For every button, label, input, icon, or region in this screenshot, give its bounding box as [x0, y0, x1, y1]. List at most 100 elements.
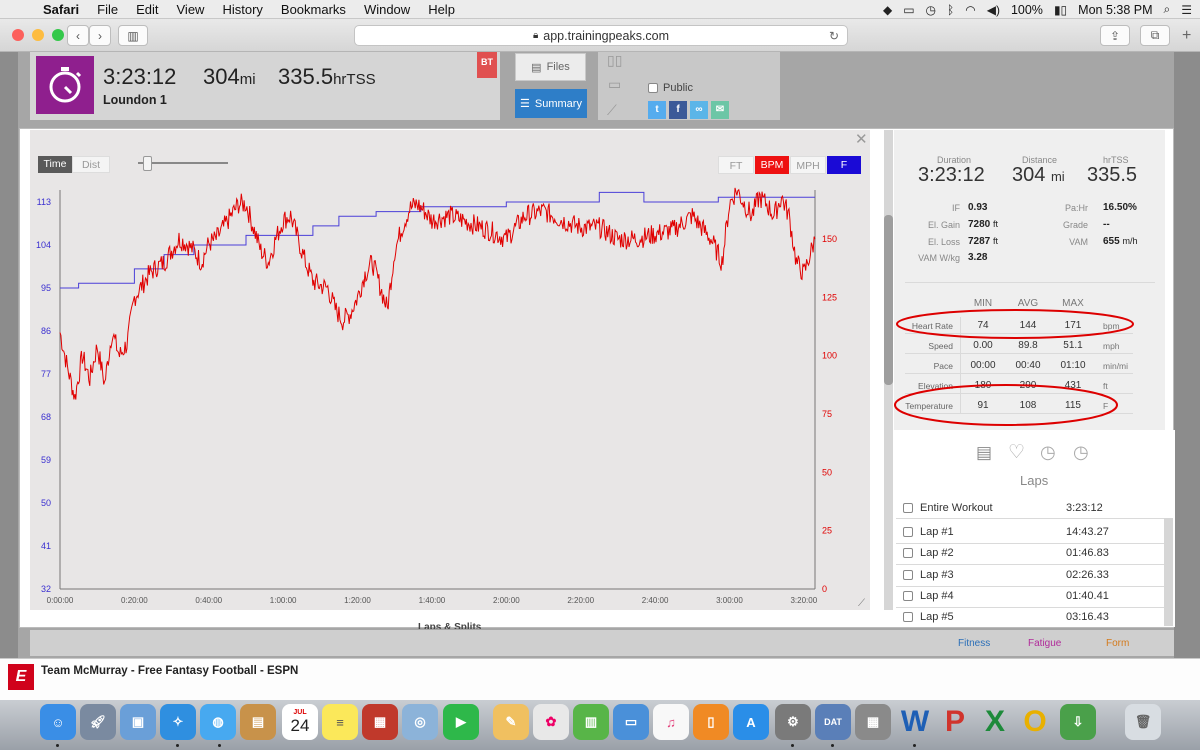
- heart-icon[interactable]: ♡: [1008, 441, 1025, 464]
- trash-icon[interactable]: 🗑︎: [1125, 704, 1161, 740]
- excel-icon[interactable]: X: [977, 704, 1013, 740]
- workout-title[interactable]: Loundon 1: [103, 93, 167, 107]
- menu-view[interactable]: View: [168, 2, 214, 17]
- public-toggle[interactable]: Public: [648, 82, 693, 94]
- notification-text[interactable]: Team McMurray - Free Fantasy Football - …: [41, 665, 298, 677]
- itunes-icon[interactable]: ♫: [653, 704, 689, 740]
- launchpad-icon[interactable]: 🚀︎: [80, 704, 116, 740]
- stat-row-label: Heart Rate: [911, 321, 953, 331]
- calendar-icon[interactable]: JUL 24: [282, 704, 318, 740]
- public-checkbox[interactable]: [648, 83, 658, 93]
- bluetooth-icon[interactable]: ᛒ: [947, 3, 954, 17]
- menu-window[interactable]: Window: [355, 2, 419, 17]
- facetime-icon[interactable]: ▶: [443, 704, 479, 740]
- battery-icon[interactable]: ▮▯: [1054, 3, 1067, 17]
- zoom-slider-thumb[interactable]: [143, 156, 152, 171]
- twitter-icon[interactable]: t: [648, 101, 666, 119]
- downloads-icon[interactable]: ⇩: [1060, 704, 1096, 740]
- address-bar[interactable]: 🔒︎ app.trainingpeaks.com ↻: [354, 25, 848, 46]
- dropbox-icon[interactable]: ◆: [883, 3, 892, 17]
- toggle-f[interactable]: F: [827, 156, 861, 174]
- app-store-icon[interactable]: A: [733, 704, 769, 740]
- comments-icon[interactable]: ▭: [608, 76, 621, 93]
- menu-file[interactable]: File: [88, 2, 127, 17]
- lap-row[interactable]: Lap #1: [903, 526, 954, 538]
- toggle-ft[interactable]: FT: [718, 156, 754, 174]
- reload-icon[interactable]: ↻: [829, 29, 839, 43]
- lap-checkbox[interactable]: [903, 570, 913, 580]
- tabs-overview-icon[interactable]: ⧉: [1140, 25, 1170, 46]
- finder-icon[interactable]: ☺: [40, 704, 76, 740]
- close-icon[interactable]: ✕: [855, 130, 868, 148]
- toggle-time[interactable]: Time: [38, 156, 72, 173]
- lap-checkbox[interactable]: [903, 591, 913, 601]
- volume-icon[interactable]: ◀): [987, 3, 1000, 17]
- time-machine-icon[interactable]: ◷: [926, 3, 936, 17]
- lap-row[interactable]: Lap #5: [903, 611, 954, 623]
- lap-checkbox[interactable]: [903, 612, 913, 622]
- calculator-icon[interactable]: ▦: [855, 704, 891, 740]
- menu-edit[interactable]: Edit: [127, 2, 167, 17]
- menu-help[interactable]: Help: [419, 2, 464, 17]
- lock-icon: 🔒︎: [532, 30, 539, 41]
- photos-icon[interactable]: ✿: [533, 704, 569, 740]
- graph-icon[interactable]: ⟋: [607, 102, 617, 119]
- clock-icon[interactable]: ◷: [1040, 442, 1056, 463]
- forward-button[interactable]: ›: [89, 25, 111, 46]
- zoom-window-button[interactable]: [52, 29, 64, 41]
- contacts-icon[interactable]: ▤: [240, 704, 276, 740]
- sidebar-toggle-icon[interactable]: ▥: [118, 25, 148, 46]
- safari-icon[interactable]: ✧: [160, 704, 196, 740]
- lap-checkbox[interactable]: [903, 527, 913, 537]
- lap-row[interactable]: Lap #3: [903, 569, 954, 581]
- email-icon[interactable]: ✉: [711, 101, 729, 119]
- menu-history[interactable]: History: [213, 2, 271, 17]
- timer-icon[interactable]: ◷: [1073, 442, 1089, 463]
- chart-scrollbar-thumb[interactable]: [884, 215, 893, 385]
- menu-bookmarks[interactable]: Bookmarks: [272, 2, 355, 17]
- photo-booth-icon[interactable]: ▦: [362, 704, 398, 740]
- lap-row[interactable]: Lap #4: [903, 590, 954, 602]
- stat-avg: 00:40: [1015, 360, 1041, 371]
- chart-scrollbar[interactable]: [884, 130, 893, 610]
- toggle-mph[interactable]: MPH: [790, 156, 826, 174]
- wifi-icon[interactable]: ◠: [965, 3, 975, 17]
- analysis-icon[interactable]: ▯▯: [607, 52, 622, 69]
- minimize-window-button[interactable]: [32, 29, 44, 41]
- summary-button[interactable]: ☰ Summary: [515, 89, 587, 118]
- outlook-icon[interactable]: O: [1017, 704, 1053, 740]
- lap-checkbox[interactable]: [903, 503, 913, 513]
- toggle-bpm[interactable]: BPM: [755, 156, 789, 174]
- spotlight-icon[interactable]: ⌕: [1164, 2, 1171, 17]
- notes-icon[interactable]: ≡: [322, 704, 358, 740]
- back-button[interactable]: ‹: [67, 25, 89, 46]
- files-button[interactable]: ▤ Files: [515, 53, 586, 81]
- word-icon[interactable]: W: [897, 704, 933, 740]
- system-preferences-icon[interactable]: ⚙: [775, 704, 811, 740]
- powerpoint-icon[interactable]: P: [937, 704, 973, 740]
- messages-icon[interactable]: ◍: [200, 704, 236, 740]
- menubar-clock[interactable]: Mon 5:38 PM: [1078, 3, 1152, 17]
- notification-center-icon[interactable]: ☰: [1181, 3, 1192, 17]
- new-tab-icon[interactable]: +: [1182, 27, 1191, 45]
- link-icon[interactable]: ∞: [690, 101, 708, 119]
- ibooks-icon[interactable]: ▯: [693, 704, 729, 740]
- chart-resize-icon[interactable]: ⟋: [858, 598, 865, 609]
- numbers-icon[interactable]: ▥: [573, 704, 609, 740]
- laps-scrollbar[interactable]: [1164, 518, 1173, 626]
- pages-icon[interactable]: ✎: [493, 704, 529, 740]
- menu-app-name[interactable]: Safari: [34, 2, 88, 17]
- lap-row[interactable]: Lap #2: [903, 547, 954, 559]
- close-window-button[interactable]: [12, 29, 24, 41]
- lap-row[interactable]: Entire Workout: [903, 502, 993, 514]
- dat-icon[interactable]: DAT: [815, 704, 851, 740]
- share-icon[interactable]: ⇪: [1100, 25, 1130, 46]
- facebook-icon[interactable]: f: [669, 101, 687, 119]
- toggle-dist[interactable]: Dist: [72, 156, 110, 173]
- lap-checkbox[interactable]: [903, 548, 913, 558]
- preview-icon[interactable]: ▣: [120, 704, 156, 740]
- airplay-icon[interactable]: ▭: [903, 3, 914, 17]
- laps-list-icon[interactable]: ▤: [976, 443, 992, 463]
- keynote-icon[interactable]: ▭: [613, 704, 649, 740]
- image-capture-icon[interactable]: ◎: [402, 704, 438, 740]
